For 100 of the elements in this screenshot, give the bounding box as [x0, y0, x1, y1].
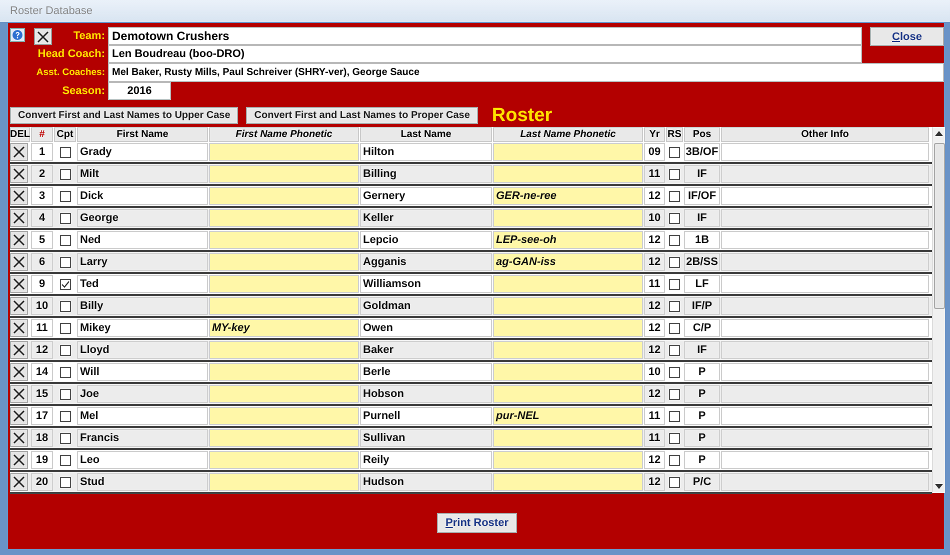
last-name-phonetic-cell[interactable]: LEP-see-oh — [493, 231, 643, 249]
year-cell[interactable]: 10 — [644, 209, 665, 227]
number-cell[interactable]: 3 — [31, 187, 53, 205]
year-cell[interactable]: 11 — [644, 429, 665, 447]
checkbox[interactable] — [669, 344, 680, 356]
number-cell[interactable]: 15 — [31, 385, 53, 403]
position-cell[interactable]: IF — [684, 209, 720, 227]
first-name-phonetic-cell[interactable] — [209, 429, 359, 447]
year-cell[interactable]: 11 — [644, 275, 665, 293]
last-name-phonetic-cell[interactable] — [493, 385, 643, 403]
number-cell[interactable]: 2 — [31, 165, 53, 183]
help-icon[interactable] — [10, 28, 25, 42]
last-name-phonetic-cell[interactable] — [493, 209, 643, 227]
position-cell[interactable]: IF/OF — [684, 187, 720, 205]
position-cell[interactable]: C/P — [684, 319, 720, 337]
year-cell[interactable]: 12 — [644, 451, 665, 469]
checkbox[interactable] — [60, 432, 70, 444]
year-cell[interactable]: 12 — [644, 253, 665, 271]
first-name-phonetic-cell[interactable] — [209, 253, 359, 271]
checkbox[interactable] — [669, 300, 680, 312]
number-cell[interactable]: 14 — [31, 363, 53, 381]
first-name-phonetic-cell[interactable] — [209, 187, 359, 205]
number-cell[interactable]: 12 — [31, 341, 53, 359]
first-name-cell[interactable]: Lloyd — [77, 341, 208, 359]
position-cell[interactable]: P — [684, 385, 720, 403]
delete-row-button[interactable] — [10, 341, 28, 359]
first-name-phonetic-cell[interactable]: MY-key — [209, 319, 359, 337]
first-name-cell[interactable]: Ted — [77, 275, 208, 293]
year-cell[interactable]: 12 — [644, 341, 665, 359]
checkbox[interactable] — [669, 146, 680, 158]
first-name-phonetic-cell[interactable] — [209, 473, 359, 491]
year-cell[interactable]: 12 — [644, 187, 665, 205]
checkbox[interactable] — [60, 212, 70, 224]
last-name-phonetic-cell[interactable] — [493, 143, 643, 161]
last-name-phonetic-cell[interactable] — [493, 297, 643, 315]
checkbox[interactable] — [60, 256, 70, 268]
first-name-cell[interactable]: Milt — [77, 165, 208, 183]
other-info-cell[interactable] — [721, 275, 929, 293]
checkbox[interactable] — [669, 454, 680, 466]
number-cell[interactable]: 11 — [31, 319, 53, 337]
year-cell[interactable]: 12 — [644, 473, 665, 491]
last-name-cell[interactable]: Hudson — [360, 473, 492, 491]
number-cell[interactable]: 17 — [31, 407, 53, 425]
close-button[interactable]: Close — [870, 27, 944, 46]
assistant-coaches-field[interactable]: Mel Baker, Rusty Mills, Paul Schreiver (SHRY-ver), George Sauce — [108, 63, 944, 82]
first-name-phonetic-cell[interactable] — [209, 275, 359, 293]
last-name-cell[interactable]: Sullivan — [360, 429, 492, 447]
checkbox[interactable] — [60, 300, 70, 312]
year-cell[interactable]: 10 — [644, 363, 665, 381]
first-name-cell[interactable]: George — [77, 209, 208, 227]
last-name-cell[interactable]: Agganis — [360, 253, 492, 271]
last-name-cell[interactable]: Keller — [360, 209, 492, 227]
checkbox[interactable] — [60, 168, 70, 180]
first-name-phonetic-cell[interactable] — [209, 297, 359, 315]
last-name-cell[interactable]: Hobson — [360, 385, 492, 403]
checkbox[interactable] — [669, 366, 680, 378]
checkbox[interactable] — [669, 476, 680, 488]
delete-row-button[interactable] — [10, 231, 28, 249]
first-name-phonetic-cell[interactable] — [209, 363, 359, 381]
last-name-phonetic-cell[interactable] — [493, 429, 643, 447]
first-name-phonetic-cell[interactable] — [209, 451, 359, 469]
last-name-phonetic-cell[interactable] — [493, 341, 643, 359]
last-name-cell[interactable]: Reily — [360, 451, 492, 469]
position-cell[interactable]: 1B — [684, 231, 720, 249]
other-info-cell[interactable] — [721, 407, 929, 425]
checkbox[interactable] — [60, 190, 70, 202]
position-cell[interactable]: P — [684, 407, 720, 425]
delete-row-button[interactable] — [10, 363, 28, 381]
first-name-cell[interactable]: Will — [77, 363, 208, 381]
year-cell[interactable]: 09 — [644, 143, 665, 161]
delete-row-button[interactable] — [10, 253, 28, 271]
position-cell[interactable]: P — [684, 429, 720, 447]
other-info-cell[interactable] — [721, 143, 929, 161]
number-cell[interactable]: 19 — [31, 451, 53, 469]
other-info-cell[interactable] — [721, 341, 929, 359]
number-cell[interactable]: 9 — [31, 275, 53, 293]
delete-row-button[interactable] — [10, 473, 28, 491]
first-name-cell[interactable]: Mel — [77, 407, 208, 425]
season-field[interactable]: 2016 — [108, 82, 171, 100]
checkbox[interactable] — [669, 322, 680, 334]
checkbox[interactable] — [60, 322, 70, 334]
first-name-cell[interactable]: Leo — [77, 451, 208, 469]
first-name-phonetic-cell[interactable] — [209, 165, 359, 183]
first-name-cell[interactable]: Mikey — [77, 319, 208, 337]
checkbox[interactable] — [60, 146, 70, 158]
scroll-down-icon[interactable] — [935, 484, 943, 489]
last-name-phonetic-cell[interactable]: pur-NEL — [493, 407, 643, 425]
print-button[interactable]: Print Roster — [436, 513, 518, 533]
other-info-cell[interactable] — [721, 187, 929, 205]
other-info-cell[interactable] — [721, 297, 929, 315]
last-name-phonetic-cell[interactable] — [493, 363, 643, 381]
checkbox[interactable] — [60, 410, 70, 422]
checkbox[interactable] — [60, 454, 70, 466]
year-cell[interactable]: 12 — [644, 231, 665, 249]
position-cell[interactable]: IF — [684, 341, 720, 359]
year-cell[interactable]: 11 — [644, 407, 665, 425]
delete-row-button[interactable] — [10, 407, 28, 425]
delete-row-button[interactable] — [10, 187, 28, 205]
delete-row-button[interactable] — [10, 319, 28, 337]
position-cell[interactable]: LF — [684, 275, 720, 293]
